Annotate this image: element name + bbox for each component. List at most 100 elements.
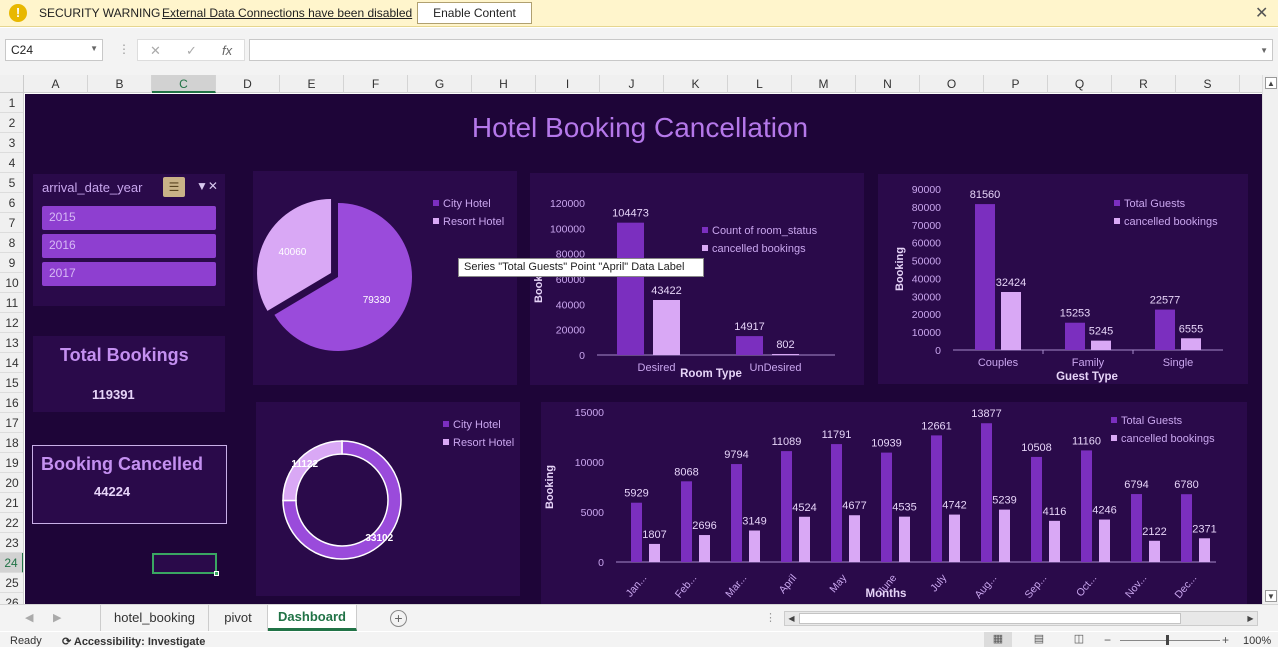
y-tick-label: 90000 <box>912 184 941 196</box>
row-header-2[interactable]: 2 <box>0 113 23 133</box>
row-header-17[interactable]: 17 <box>0 413 23 433</box>
accessibility-status[interactable]: ⟳ Accessibility: Investigate <box>62 635 205 648</box>
row-header-22[interactable]: 22 <box>0 513 23 533</box>
slicer-item-2015[interactable]: 2015 <box>42 206 216 230</box>
data-label: 4116 <box>1043 506 1067 518</box>
row-header-18[interactable]: 18 <box>0 433 23 453</box>
function-icon[interactable]: fx <box>222 43 232 58</box>
zoom-in-icon[interactable]: + <box>1222 633 1229 647</box>
row-header-13[interactable]: 13 <box>0 333 23 353</box>
row-header-11[interactable]: 11 <box>0 293 23 313</box>
slicer-item-2017[interactable]: 2017 <box>42 262 216 286</box>
bar <box>831 444 842 562</box>
selected-cell-c24[interactable] <box>152 553 219 576</box>
booking-cancelled-value: 44224 <box>94 484 131 499</box>
row-header-14[interactable]: 14 <box>0 353 23 373</box>
dashboard: Hotel Booking Cancellation arrival_date_… <box>25 94 1262 604</box>
scroll-thumb[interactable] <box>799 613 1181 624</box>
name-box[interactable]: C24 ▼ <box>5 39 103 61</box>
expand-formula-icon[interactable]: ▼ <box>1260 46 1268 55</box>
column-header-I[interactable]: I <box>536 75 600 93</box>
legend-marker <box>433 200 439 206</box>
multi-select-icon[interactable]: ☰ <box>163 177 185 197</box>
zoom-level[interactable]: 100% <box>1243 635 1271 647</box>
row-header-12[interactable]: 12 <box>0 313 23 333</box>
formula-input[interactable]: ▼ <box>249 39 1273 61</box>
column-header-N[interactable]: N <box>856 75 920 93</box>
page-break-icon[interactable]: ◫ <box>1065 632 1093 647</box>
vertical-scrollbar[interactable]: ▲ ▼ <box>1262 75 1278 604</box>
scroll-down-icon[interactable]: ▼ <box>1265 590 1277 602</box>
row-header-23[interactable]: 23 <box>0 533 23 553</box>
row-header-26[interactable]: 26 <box>0 593 23 604</box>
row-header-6[interactable]: 6 <box>0 193 23 213</box>
bar <box>1149 540 1160 562</box>
zoom-slider-knob[interactable] <box>1166 635 1169 645</box>
row-header-16[interactable]: 16 <box>0 393 23 413</box>
scroll-left-icon[interactable]: ◀ <box>785 612 798 625</box>
row-header-24[interactable]: 24 <box>0 553 23 573</box>
normal-view-icon[interactable]: ▦ <box>984 632 1012 647</box>
security-warning-link[interactable]: External Data Connections have been disa… <box>162 6 412 20</box>
total-bookings-card: Total Bookings 119391 <box>33 336 225 412</box>
column-header-J[interactable]: J <box>600 75 664 93</box>
column-header-L[interactable]: L <box>728 75 792 93</box>
horizontal-scrollbar[interactable]: ◀ ▶ <box>784 611 1258 626</box>
column-header-B[interactable]: B <box>88 75 152 93</box>
select-all-corner[interactable] <box>0 75 24 93</box>
row-header-25[interactable]: 25 <box>0 573 23 593</box>
row-header-7[interactable]: 7 <box>0 213 23 233</box>
column-header-H[interactable]: H <box>472 75 536 93</box>
fill-handle[interactable] <box>214 571 219 576</box>
page-layout-icon[interactable]: ▤ <box>1025 632 1053 647</box>
column-header-M[interactable]: M <box>792 75 856 93</box>
data-label: 104473 <box>612 208 649 220</box>
row-header-4[interactable]: 4 <box>0 153 23 173</box>
cancel-icon[interactable]: ✕ <box>150 43 161 59</box>
row-header-8[interactable]: 8 <box>0 233 23 253</box>
tab-next-icon[interactable]: ▶ <box>53 611 61 624</box>
row-header-19[interactable]: 19 <box>0 453 23 473</box>
chevron-down-icon[interactable]: ▼ <box>90 44 98 53</box>
column-header-Q[interactable]: Q <box>1048 75 1112 93</box>
slicer-item-2016[interactable]: 2016 <box>42 234 216 258</box>
row-header-1[interactable]: 1 <box>0 93 23 113</box>
row-header-3[interactable]: 3 <box>0 133 23 153</box>
column-header-S[interactable]: S <box>1176 75 1240 93</box>
column-header-D[interactable]: D <box>216 75 280 93</box>
data-label: 4524 <box>792 502 816 514</box>
data-label: 2122 <box>1142 526 1166 538</box>
sheet-tab-bar: ◀ ▶ hotel_booking pivot Dashboard + ⋮ ◀ … <box>0 604 1278 631</box>
tab-prev-icon[interactable]: ◀ <box>25 611 33 624</box>
close-icon[interactable]: ✕ <box>1255 3 1268 23</box>
tab-pivot[interactable]: pivot <box>209 605 268 631</box>
row-header-20[interactable]: 20 <box>0 473 23 493</box>
column-header-C[interactable]: C <box>152 75 216 93</box>
clear-filter-icon[interactable]: ▼✕ <box>196 179 218 193</box>
zoom-slider[interactable] <box>1120 640 1220 641</box>
add-sheet-icon[interactable]: + <box>390 610 407 627</box>
row-header-9[interactable]: 9 <box>0 253 23 273</box>
column-header-G[interactable]: G <box>408 75 472 93</box>
row-header-5[interactable]: 5 <box>0 173 23 193</box>
column-header-E[interactable]: E <box>280 75 344 93</box>
row-header-15[interactable]: 15 <box>0 373 23 393</box>
tab-hotel-booking[interactable]: hotel_booking <box>100 605 209 631</box>
column-header-A[interactable]: A <box>24 75 88 93</box>
column-header-P[interactable]: P <box>984 75 1048 93</box>
column-header-F[interactable]: F <box>344 75 408 93</box>
column-header-R[interactable]: R <box>1112 75 1176 93</box>
zoom-out-icon[interactable]: − <box>1104 633 1111 647</box>
data-label: 2371 <box>1192 523 1216 535</box>
row-header-21[interactable]: 21 <box>0 493 23 513</box>
room-type-bar-chart: 0200004000060000800001000001200001044734… <box>530 173 864 385</box>
row-header-10[interactable]: 10 <box>0 273 23 293</box>
scroll-right-icon[interactable]: ▶ <box>1244 612 1257 625</box>
enable-content-button[interactable]: Enable Content <box>417 2 532 24</box>
scroll-up-icon[interactable]: ▲ <box>1265 77 1277 89</box>
legend-marker <box>1111 435 1117 441</box>
column-header-O[interactable]: O <box>920 75 984 93</box>
check-icon[interactable]: ✓ <box>186 43 197 59</box>
column-header-K[interactable]: K <box>664 75 728 93</box>
tab-dashboard[interactable]: Dashboard <box>268 605 357 631</box>
